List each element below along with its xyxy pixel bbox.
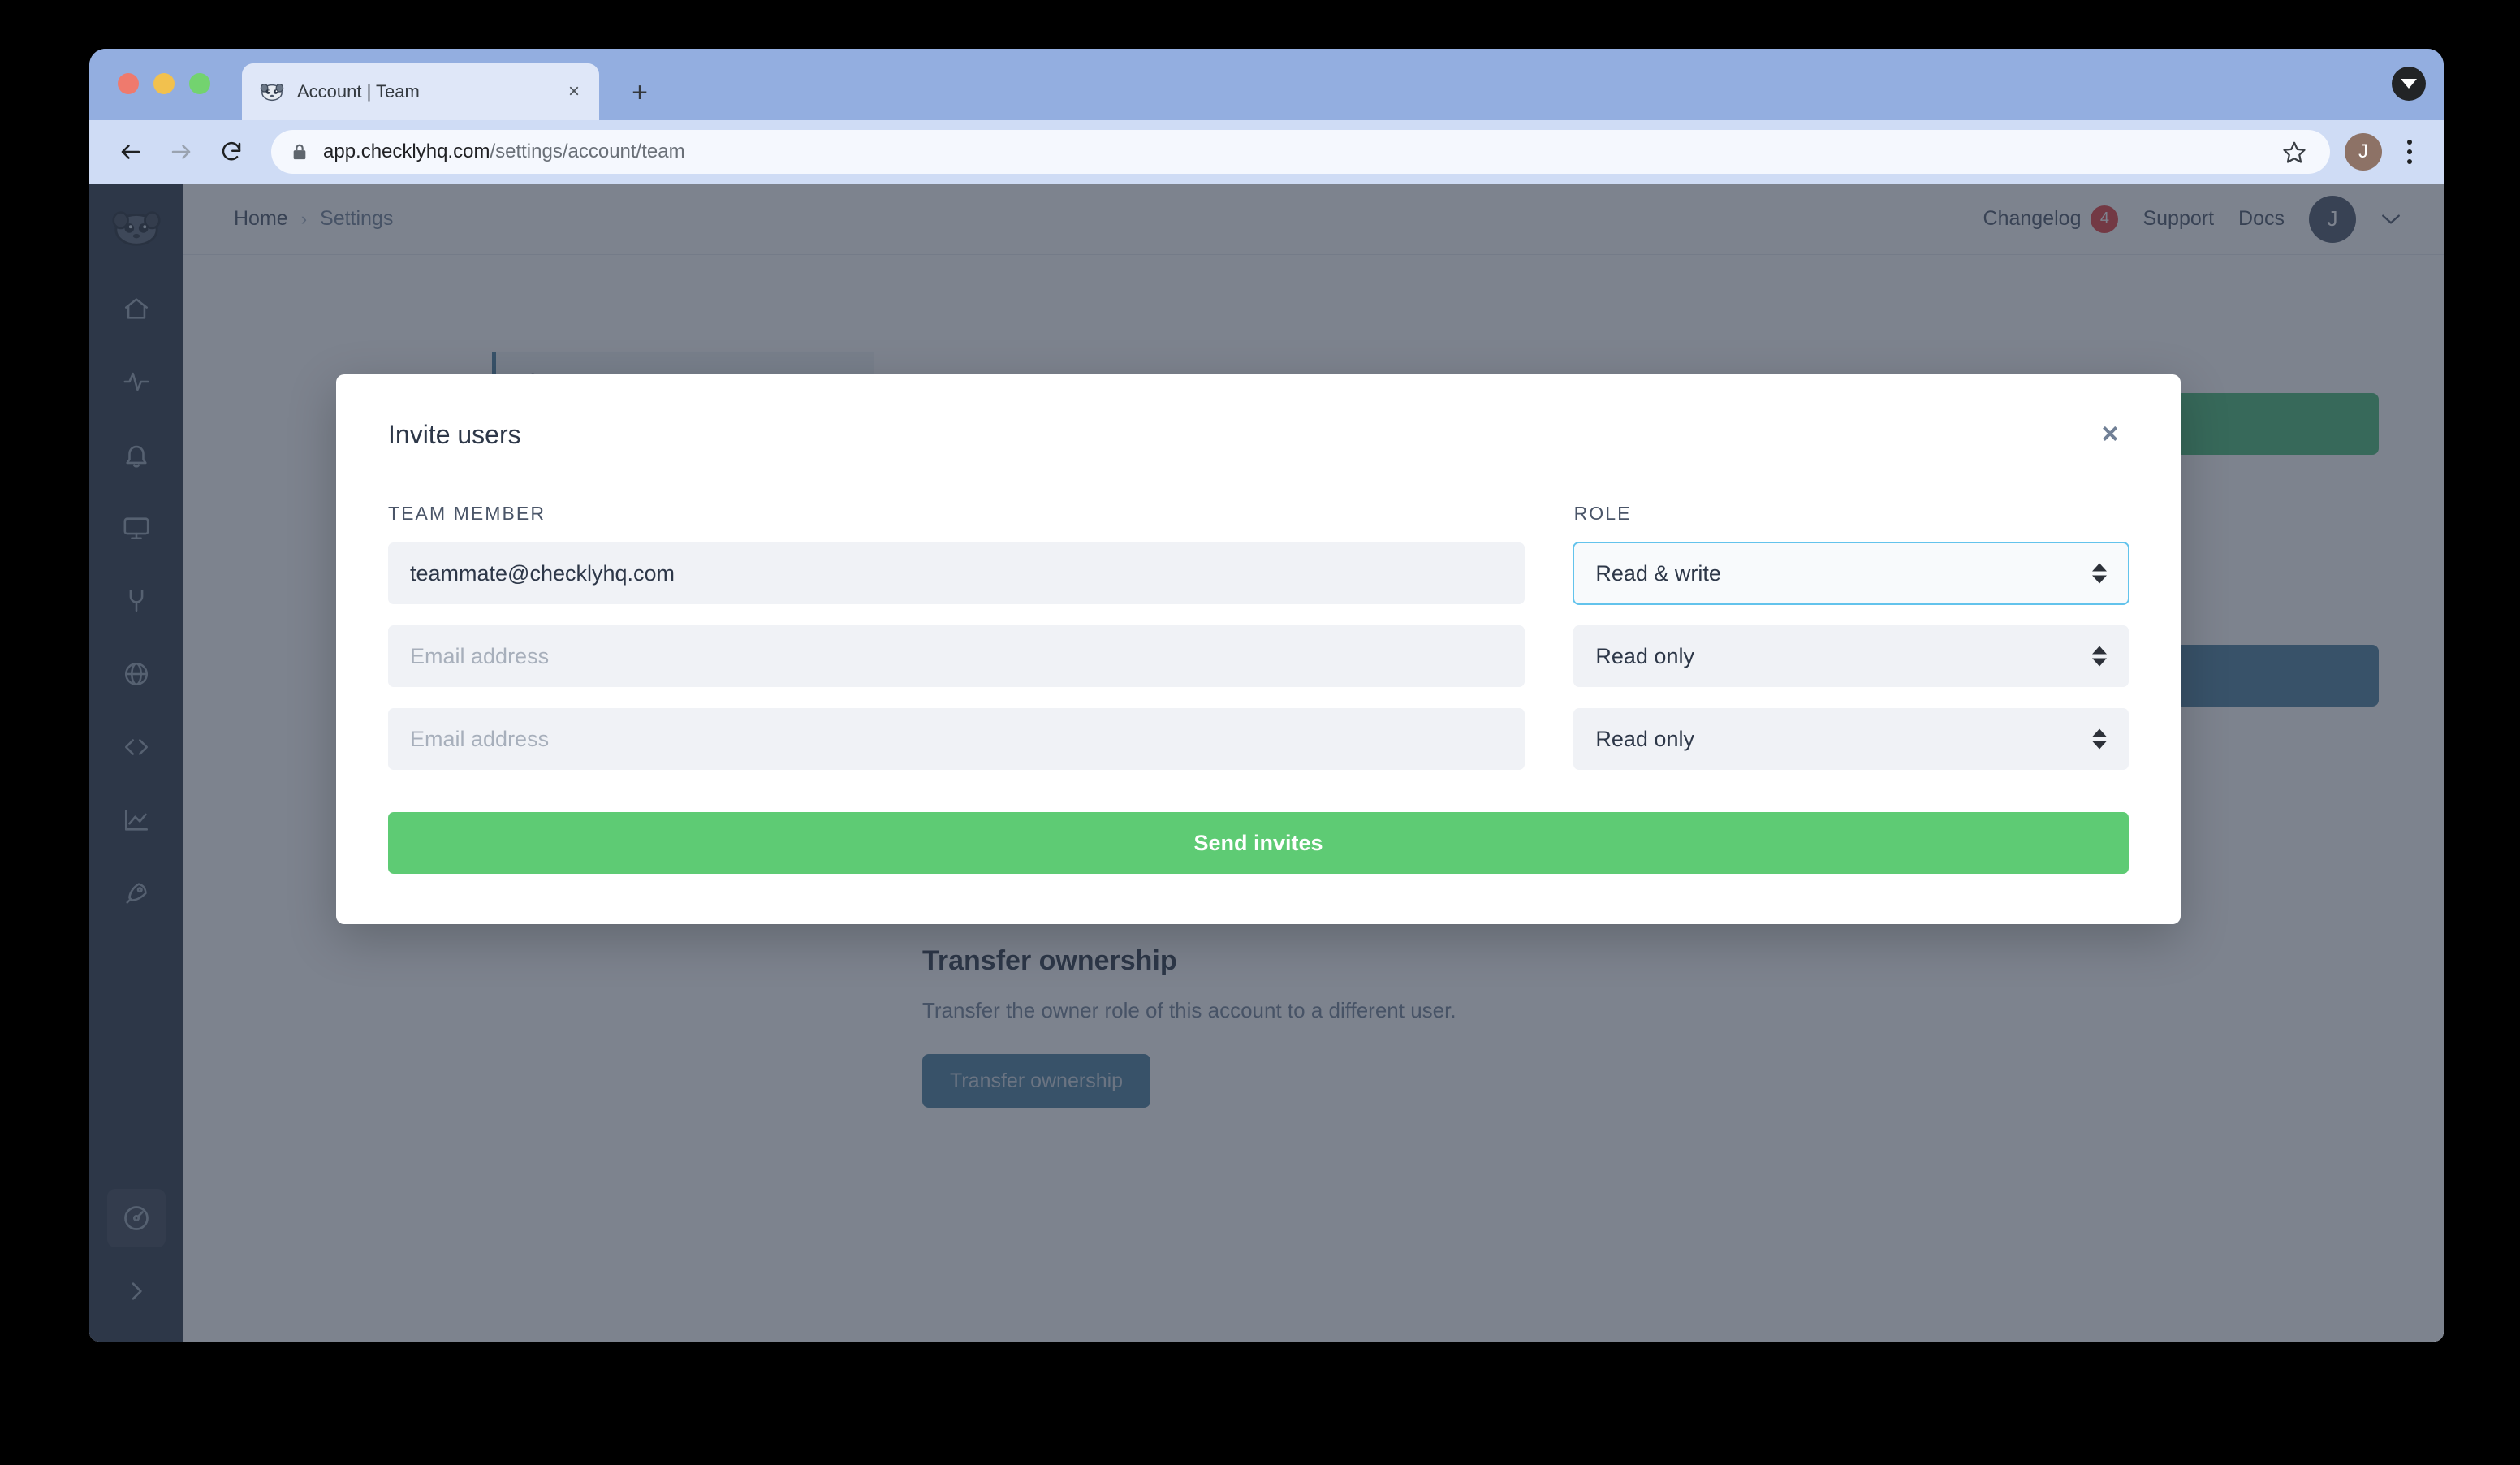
invite-row: Read only [388,708,2129,770]
url-text: app.checklyhq.com/settings/account/team [323,140,685,163]
invite-users-modal: Invite users × TEAM MEMBER ROLE Read & w… [336,374,2181,924]
send-invites-button[interactable]: Send invites [388,812,2129,874]
invite-form: TEAM MEMBER ROLE Read & write Re [388,503,2129,874]
select-arrows-icon [2092,729,2107,750]
address-bar[interactable]: app.checklyhq.com/settings/account/team [271,130,2330,174]
role-select-value: Read & write [1595,561,1721,586]
close-window-button[interactable] [118,73,139,94]
role-select-value: Read only [1595,644,1694,669]
browser-tab[interactable]: Account | Team × [242,63,599,120]
role-select[interactable]: Read only [1573,625,2129,687]
bookmark-star-icon[interactable] [2278,136,2311,168]
role-column-label: ROLE [1574,503,2129,525]
checkly-logo-icon [260,80,284,104]
column-headers: TEAM MEMBER ROLE [388,503,2129,525]
browser-profile-avatar[interactable]: J [2345,133,2382,171]
close-tab-icon[interactable]: × [562,80,586,104]
tab-search-icon[interactable] [2392,67,2426,101]
select-arrows-icon [2092,564,2107,584]
tab-title: Account | Team [297,81,562,102]
window-controls [118,73,210,94]
new-tab-button[interactable]: + [625,78,654,107]
page-title: Invite users [388,420,521,450]
role-select[interactable]: Read only [1573,708,2129,770]
team-member-column-label: TEAM MEMBER [388,503,1525,525]
browser-window: Account | Team × + [89,49,2444,1342]
page-viewport: Home › Settings Changelog 4 Support Docs… [89,184,2444,1342]
role-select[interactable]: Read & write [1573,542,2129,604]
url-host: app.checklyhq.com [323,140,490,162]
tab-strip: Account | Team × + [89,49,2444,120]
forward-button[interactable] [159,130,203,174]
caret-down-shape [2401,79,2417,89]
url-path: /settings/account/team [490,140,684,162]
select-arrows-icon [2092,646,2107,667]
role-select-value: Read only [1595,727,1694,752]
reload-button[interactable] [209,130,253,174]
lock-icon [291,141,309,162]
invite-row: Read only [388,625,2129,687]
back-button[interactable] [109,130,153,174]
browser-toolbar: app.checklyhq.com/settings/account/team … [89,120,2444,184]
browser-menu-icon[interactable] [2395,133,2424,171]
modal-header: Invite users × [388,420,2129,452]
minimize-window-button[interactable] [153,73,175,94]
email-field[interactable] [388,625,1525,687]
maximize-window-button[interactable] [189,73,210,94]
email-field[interactable] [388,708,1525,770]
email-field[interactable] [388,542,1525,604]
close-icon[interactable]: × [2091,415,2129,452]
invite-row: Read & write [388,542,2129,604]
